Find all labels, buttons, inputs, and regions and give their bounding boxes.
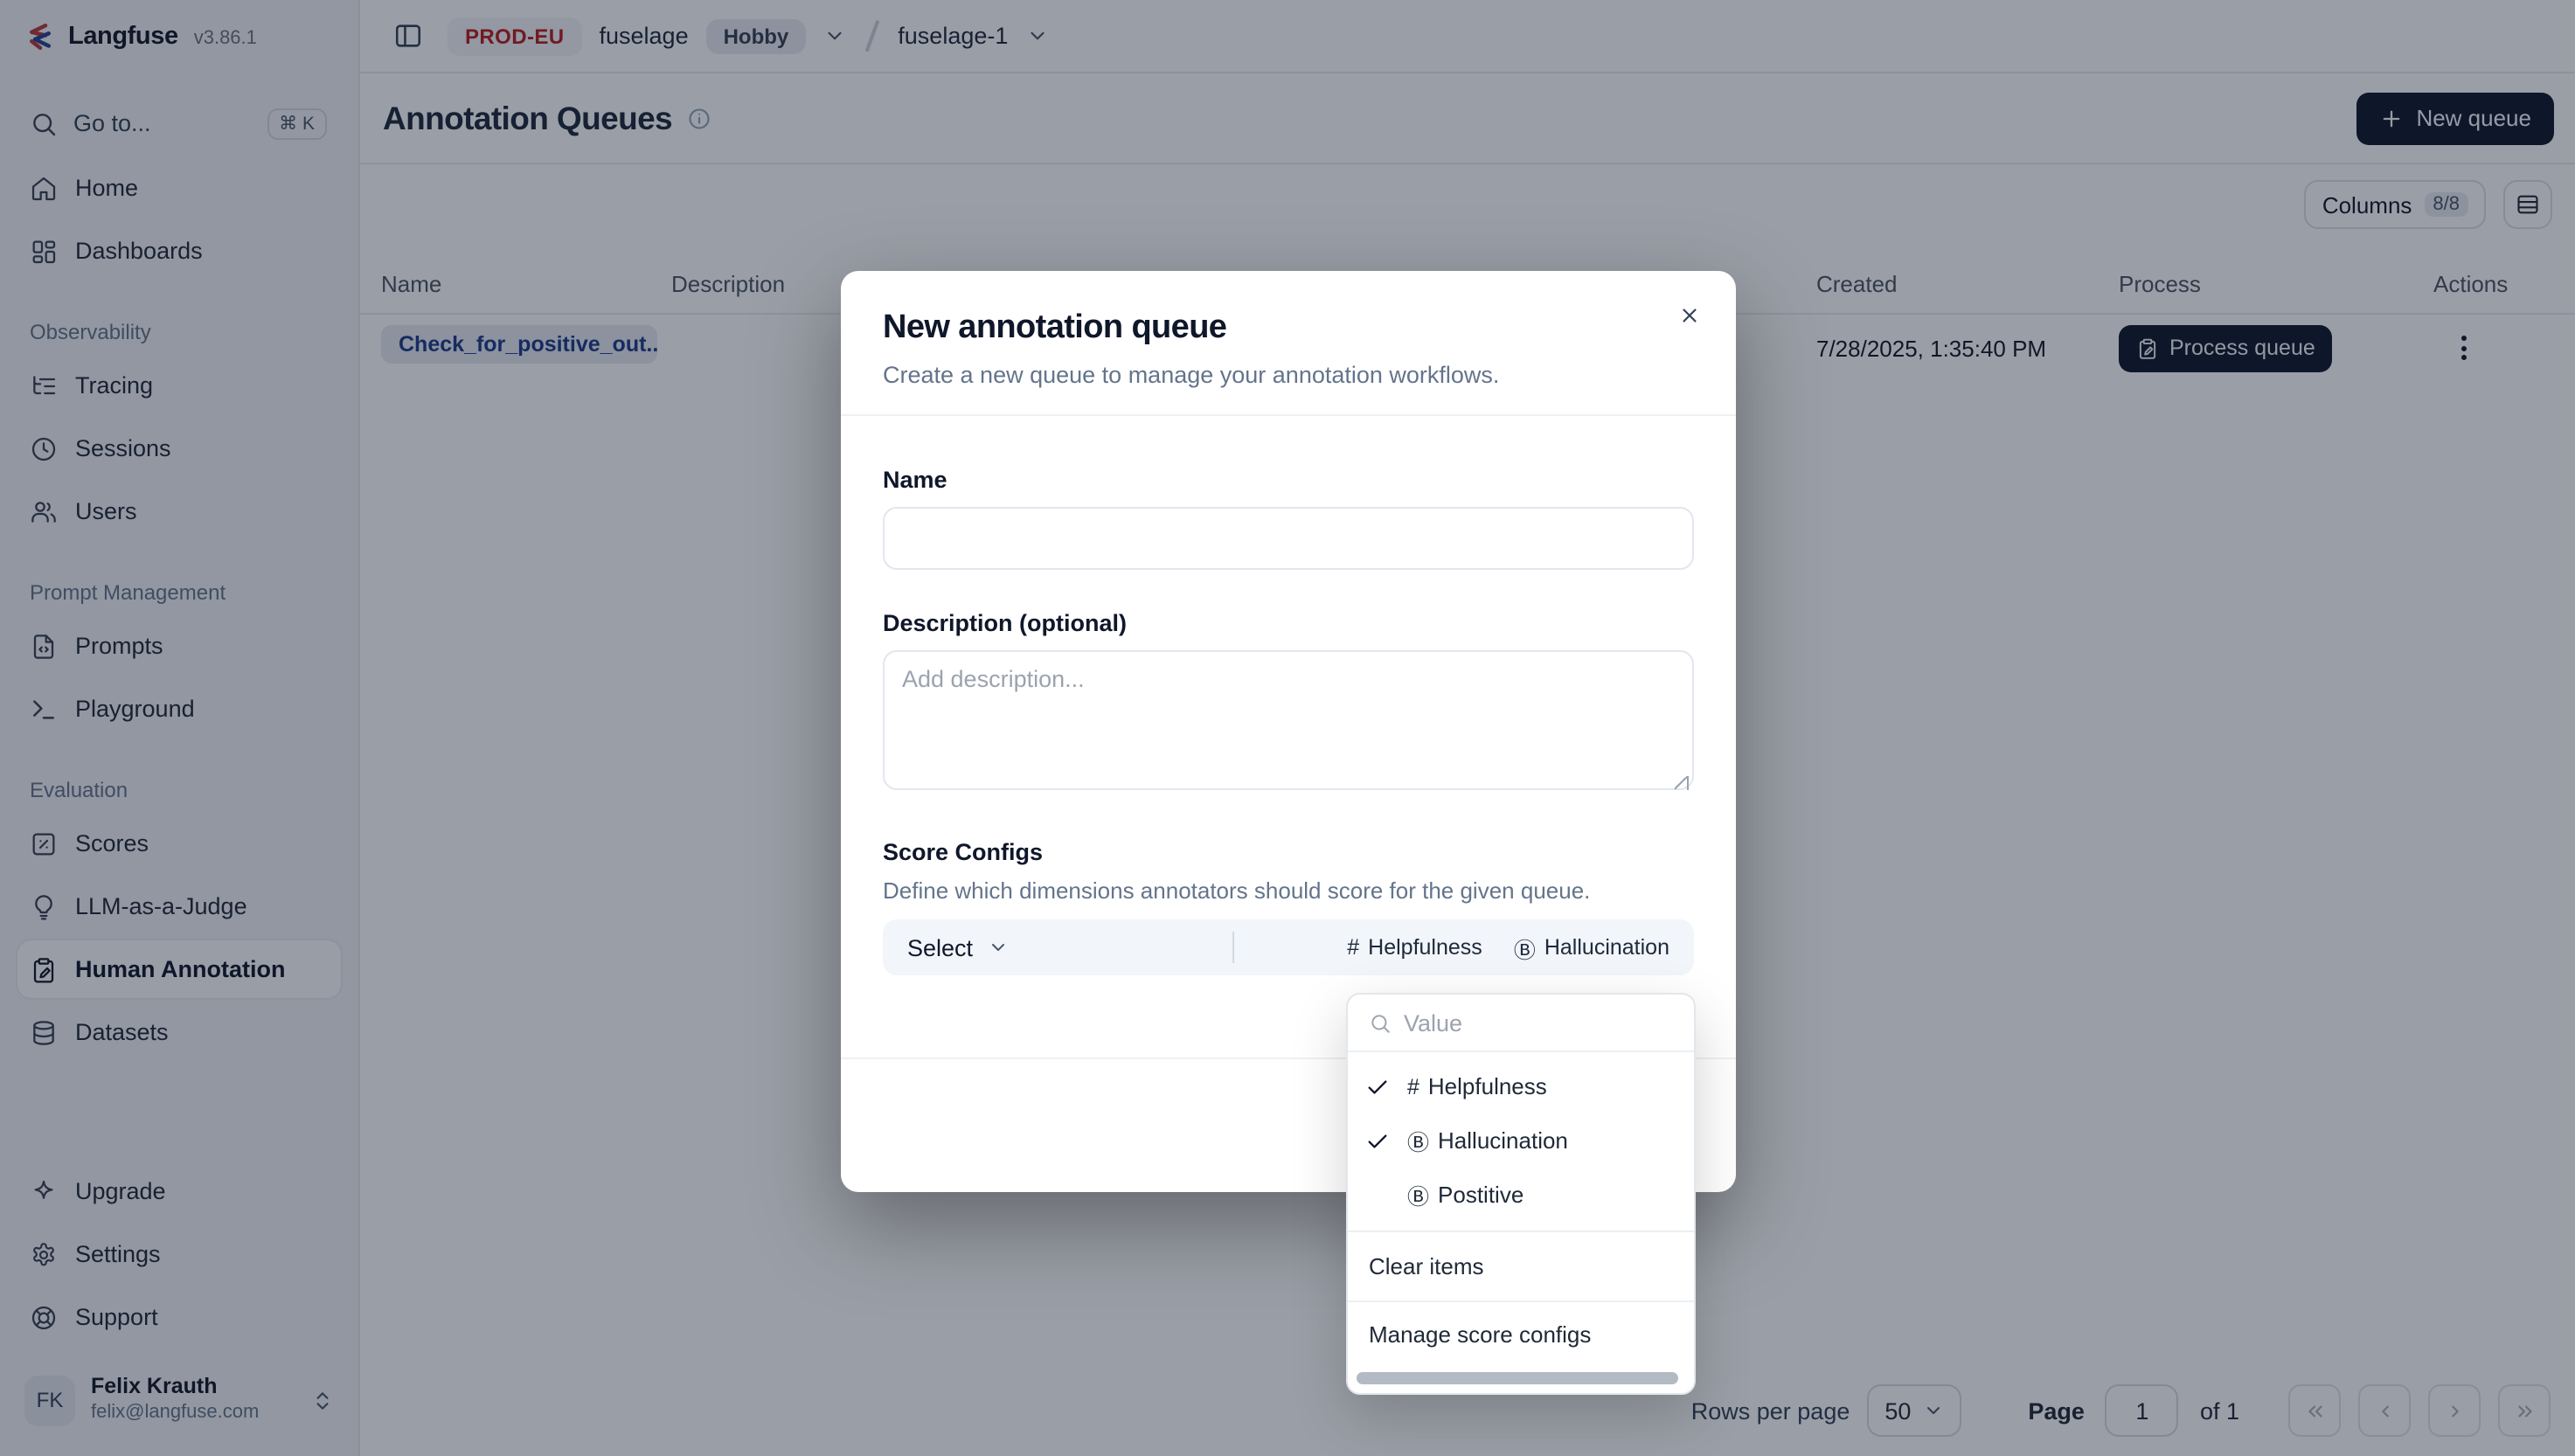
dropdown-search[interactable] (1348, 995, 1694, 1053)
score-configs-select[interactable]: Select # Helpfulness Ⓑ Hallucination (883, 919, 1694, 975)
selected-score-config-label: Helpfulness (1368, 935, 1482, 960)
numeric-type-icon: # (1407, 1075, 1419, 1099)
close-icon (1677, 303, 1700, 326)
manage-score-configs-button[interactable]: Manage score configs (1348, 1302, 1694, 1369)
modal-subtitle: Create a new queue to manage your annota… (883, 362, 1694, 388)
boolean-type-icon: Ⓑ (1407, 1179, 1429, 1212)
modal-title: New annotation queue (883, 309, 1694, 348)
option-helpfulness[interactable]: # Helpfulness (1348, 1060, 1694, 1114)
select-label: Select (907, 934, 973, 960)
horizontal-scrollbar[interactable] (1357, 1372, 1678, 1384)
selected-score-config-label: Hallucination (1544, 935, 1669, 960)
check-icon (1365, 1129, 1390, 1154)
textarea-resize-handle[interactable] (1675, 776, 1689, 790)
dropdown-options: # Helpfulness Ⓑ Hallucination Ⓑ Postitiv… (1348, 1053, 1694, 1231)
screen: Langfuse v3.86.1 Go to... ⌘ K Home Dashb… (0, 0, 2575, 1456)
option-label: Helpfulness (1428, 1074, 1547, 1100)
option-postitive[interactable]: Ⓑ Postitive (1348, 1168, 1694, 1223)
option-label: Hallucination (1438, 1128, 1568, 1154)
close-button[interactable] (1669, 295, 1708, 334)
score-configs-help: Define which dimensions annotators shoul… (883, 877, 1694, 904)
description-field-label: Description (optional) (883, 610, 1694, 636)
selected-score-config: Ⓑ Hallucination (1514, 931, 1669, 964)
boolean-type-icon: Ⓑ (1407, 1125, 1429, 1158)
queue-name-input[interactable] (883, 507, 1694, 570)
option-label: Postitive (1438, 1182, 1523, 1209)
modal-header: New annotation queue Create a new queue … (841, 271, 1736, 416)
modal-body: Name Description (optional) Score Config… (841, 416, 1736, 975)
score-configs-label: Score Configs (883, 839, 1694, 865)
chevron-down-icon (987, 937, 1008, 958)
check-icon (1365, 1075, 1390, 1099)
score-configs-dropdown: # Helpfulness Ⓑ Hallucination Ⓑ Postitiv… (1346, 993, 1696, 1395)
search-icon (1369, 1011, 1392, 1034)
selected-score-config: # Helpfulness (1347, 935, 1482, 960)
numeric-type-icon: # (1347, 935, 1359, 960)
queue-description-textarea[interactable] (883, 650, 1694, 790)
check-placeholder (1365, 1183, 1390, 1208)
boolean-type-icon: Ⓑ (1514, 931, 1536, 964)
clear-items-button[interactable]: Clear items (1348, 1233, 1694, 1300)
selected-score-configs: # Helpfulness Ⓑ Hallucination (1233, 931, 1669, 964)
name-field-label: Name (883, 467, 1694, 493)
score-configs-select-trigger: Select (907, 934, 1008, 960)
option-hallucination[interactable]: Ⓑ Hallucination (1348, 1114, 1694, 1168)
dropdown-search-input[interactable] (1404, 1009, 1673, 1036)
